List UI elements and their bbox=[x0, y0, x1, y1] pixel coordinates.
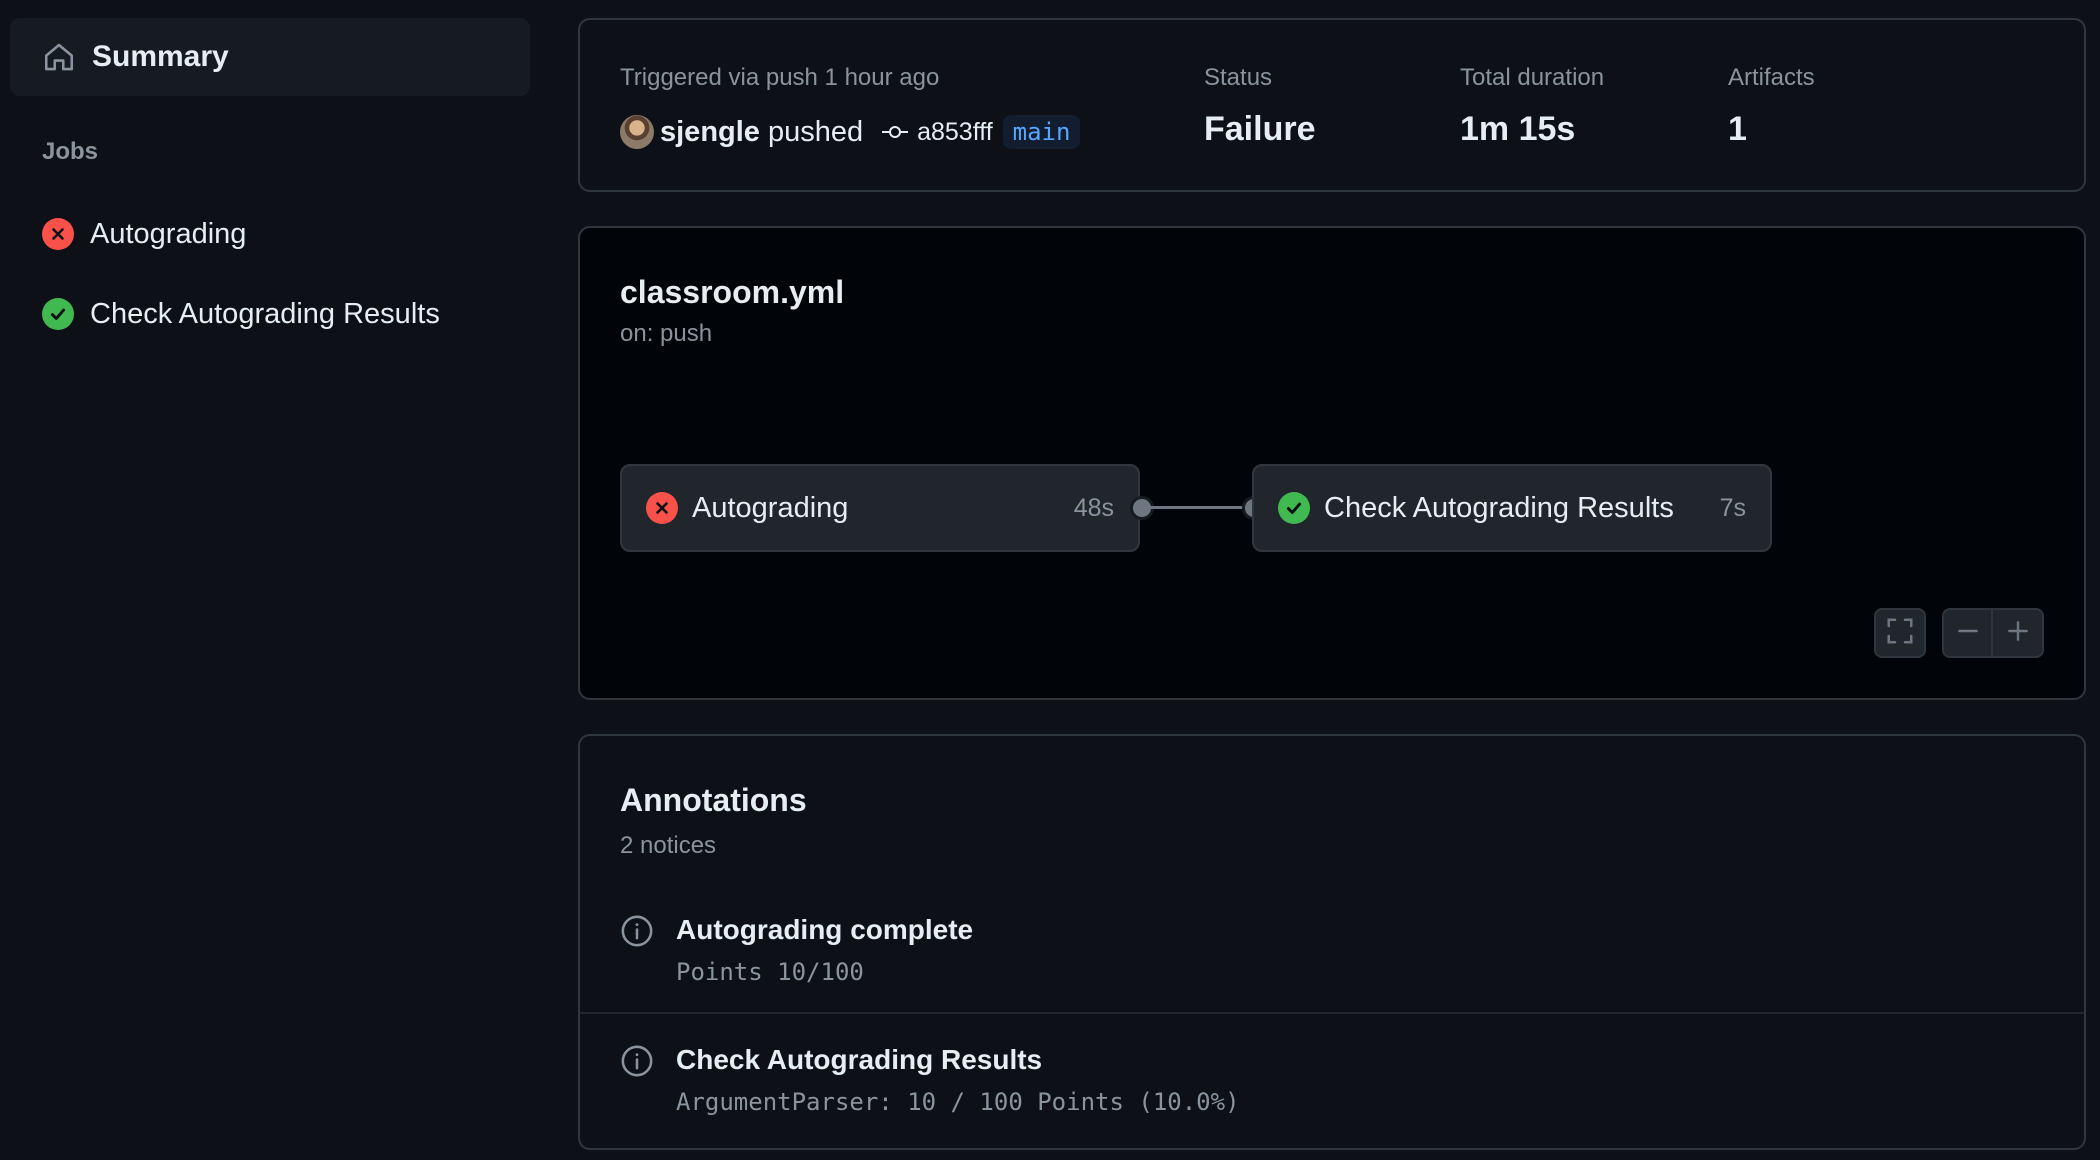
action-text: pushed bbox=[767, 115, 864, 148]
fullscreen-icon bbox=[1885, 616, 1915, 651]
sidebar-item-autograding[interactable]: Autograding bbox=[42, 212, 246, 256]
annotations-panel: Annotations 2 notices Autograding comple… bbox=[578, 734, 2086, 1150]
zoom-out-button[interactable] bbox=[1942, 608, 1993, 658]
duration-label: Total duration bbox=[1460, 64, 1605, 91]
artifacts-value[interactable]: 1 bbox=[1728, 110, 1747, 149]
job-duration: 7s bbox=[1719, 493, 1746, 522]
jobs-heading: Jobs bbox=[42, 138, 99, 165]
home-icon bbox=[42, 39, 78, 75]
sidebar-item-check-autograding-results[interactable]: Check Autograding Results bbox=[42, 292, 440, 336]
divider bbox=[580, 1012, 2084, 1014]
annotation-message: ArgumentParser: 10 / 100 Points (10.0%) bbox=[676, 1088, 1240, 1116]
status-label: Status bbox=[1204, 64, 1273, 91]
annotations-count: 2 notices bbox=[620, 832, 717, 859]
workflow-file-name[interactable]: classroom.yml bbox=[620, 274, 844, 311]
sidebar-item-label: Summary bbox=[92, 40, 229, 73]
annotation-title: Check Autograding Results bbox=[676, 1044, 1043, 1075]
sidebar-item-summary[interactable]: Summary bbox=[10, 18, 530, 96]
sidebar-item-label: Check Autograding Results bbox=[90, 297, 440, 330]
zoom-in-button[interactable] bbox=[1993, 608, 2044, 658]
artifacts-label: Artifacts bbox=[1728, 64, 1815, 91]
status-value: Failure bbox=[1204, 110, 1316, 148]
job-node-autograding[interactable]: Autograding 48s bbox=[620, 464, 1140, 552]
sidebar-item-label: Autograding bbox=[90, 217, 247, 250]
job-node-label: Check Autograding Results bbox=[1324, 491, 1674, 524]
fullscreen-button[interactable] bbox=[1874, 608, 1926, 658]
zoom-in-icon bbox=[2005, 618, 2031, 649]
trigger-text: Triggered via push 1 hour ago bbox=[620, 64, 940, 91]
annotation-message: Points 10/100 bbox=[676, 958, 864, 986]
annotation-title: Autograding complete bbox=[676, 914, 974, 945]
check-circle-icon bbox=[42, 298, 74, 330]
check-circle-icon bbox=[1278, 492, 1310, 524]
workflow-graph-panel: classroom.yml on: push Autograding 48s C… bbox=[578, 226, 2086, 700]
info-icon bbox=[620, 1044, 654, 1078]
trigger-row: sjengle pushed a853fff main bbox=[620, 110, 1081, 154]
run-summary-panel: Triggered via push 1 hour ago sjengle pu… bbox=[578, 18, 2086, 192]
annotations-title: Annotations bbox=[620, 782, 807, 818]
duration-value: 1m 15s bbox=[1460, 110, 1576, 148]
job-node-label: Autograding bbox=[692, 491, 849, 524]
zoom-out-icon bbox=[1955, 618, 1981, 649]
branch-badge[interactable]: main bbox=[1002, 115, 1081, 149]
connector-line bbox=[1150, 506, 1252, 509]
sidebar: Summary Jobs Autograding Check Autogradi… bbox=[0, 0, 540, 1160]
avatar[interactable] bbox=[620, 115, 654, 149]
x-circle-icon bbox=[646, 492, 678, 524]
commit-icon bbox=[881, 122, 909, 142]
x-circle-icon bbox=[42, 218, 74, 250]
zoom-controls bbox=[1942, 608, 2044, 658]
job-node-check-autograding-results[interactable]: Check Autograding Results 7s bbox=[1252, 464, 1772, 552]
job-duration: 48s bbox=[1073, 493, 1114, 522]
actor-link[interactable]: sjengle bbox=[660, 116, 760, 149]
workflow-trigger: on: push bbox=[620, 320, 713, 347]
info-icon bbox=[620, 914, 654, 948]
commit-sha-link[interactable]: a853fff bbox=[917, 118, 993, 147]
